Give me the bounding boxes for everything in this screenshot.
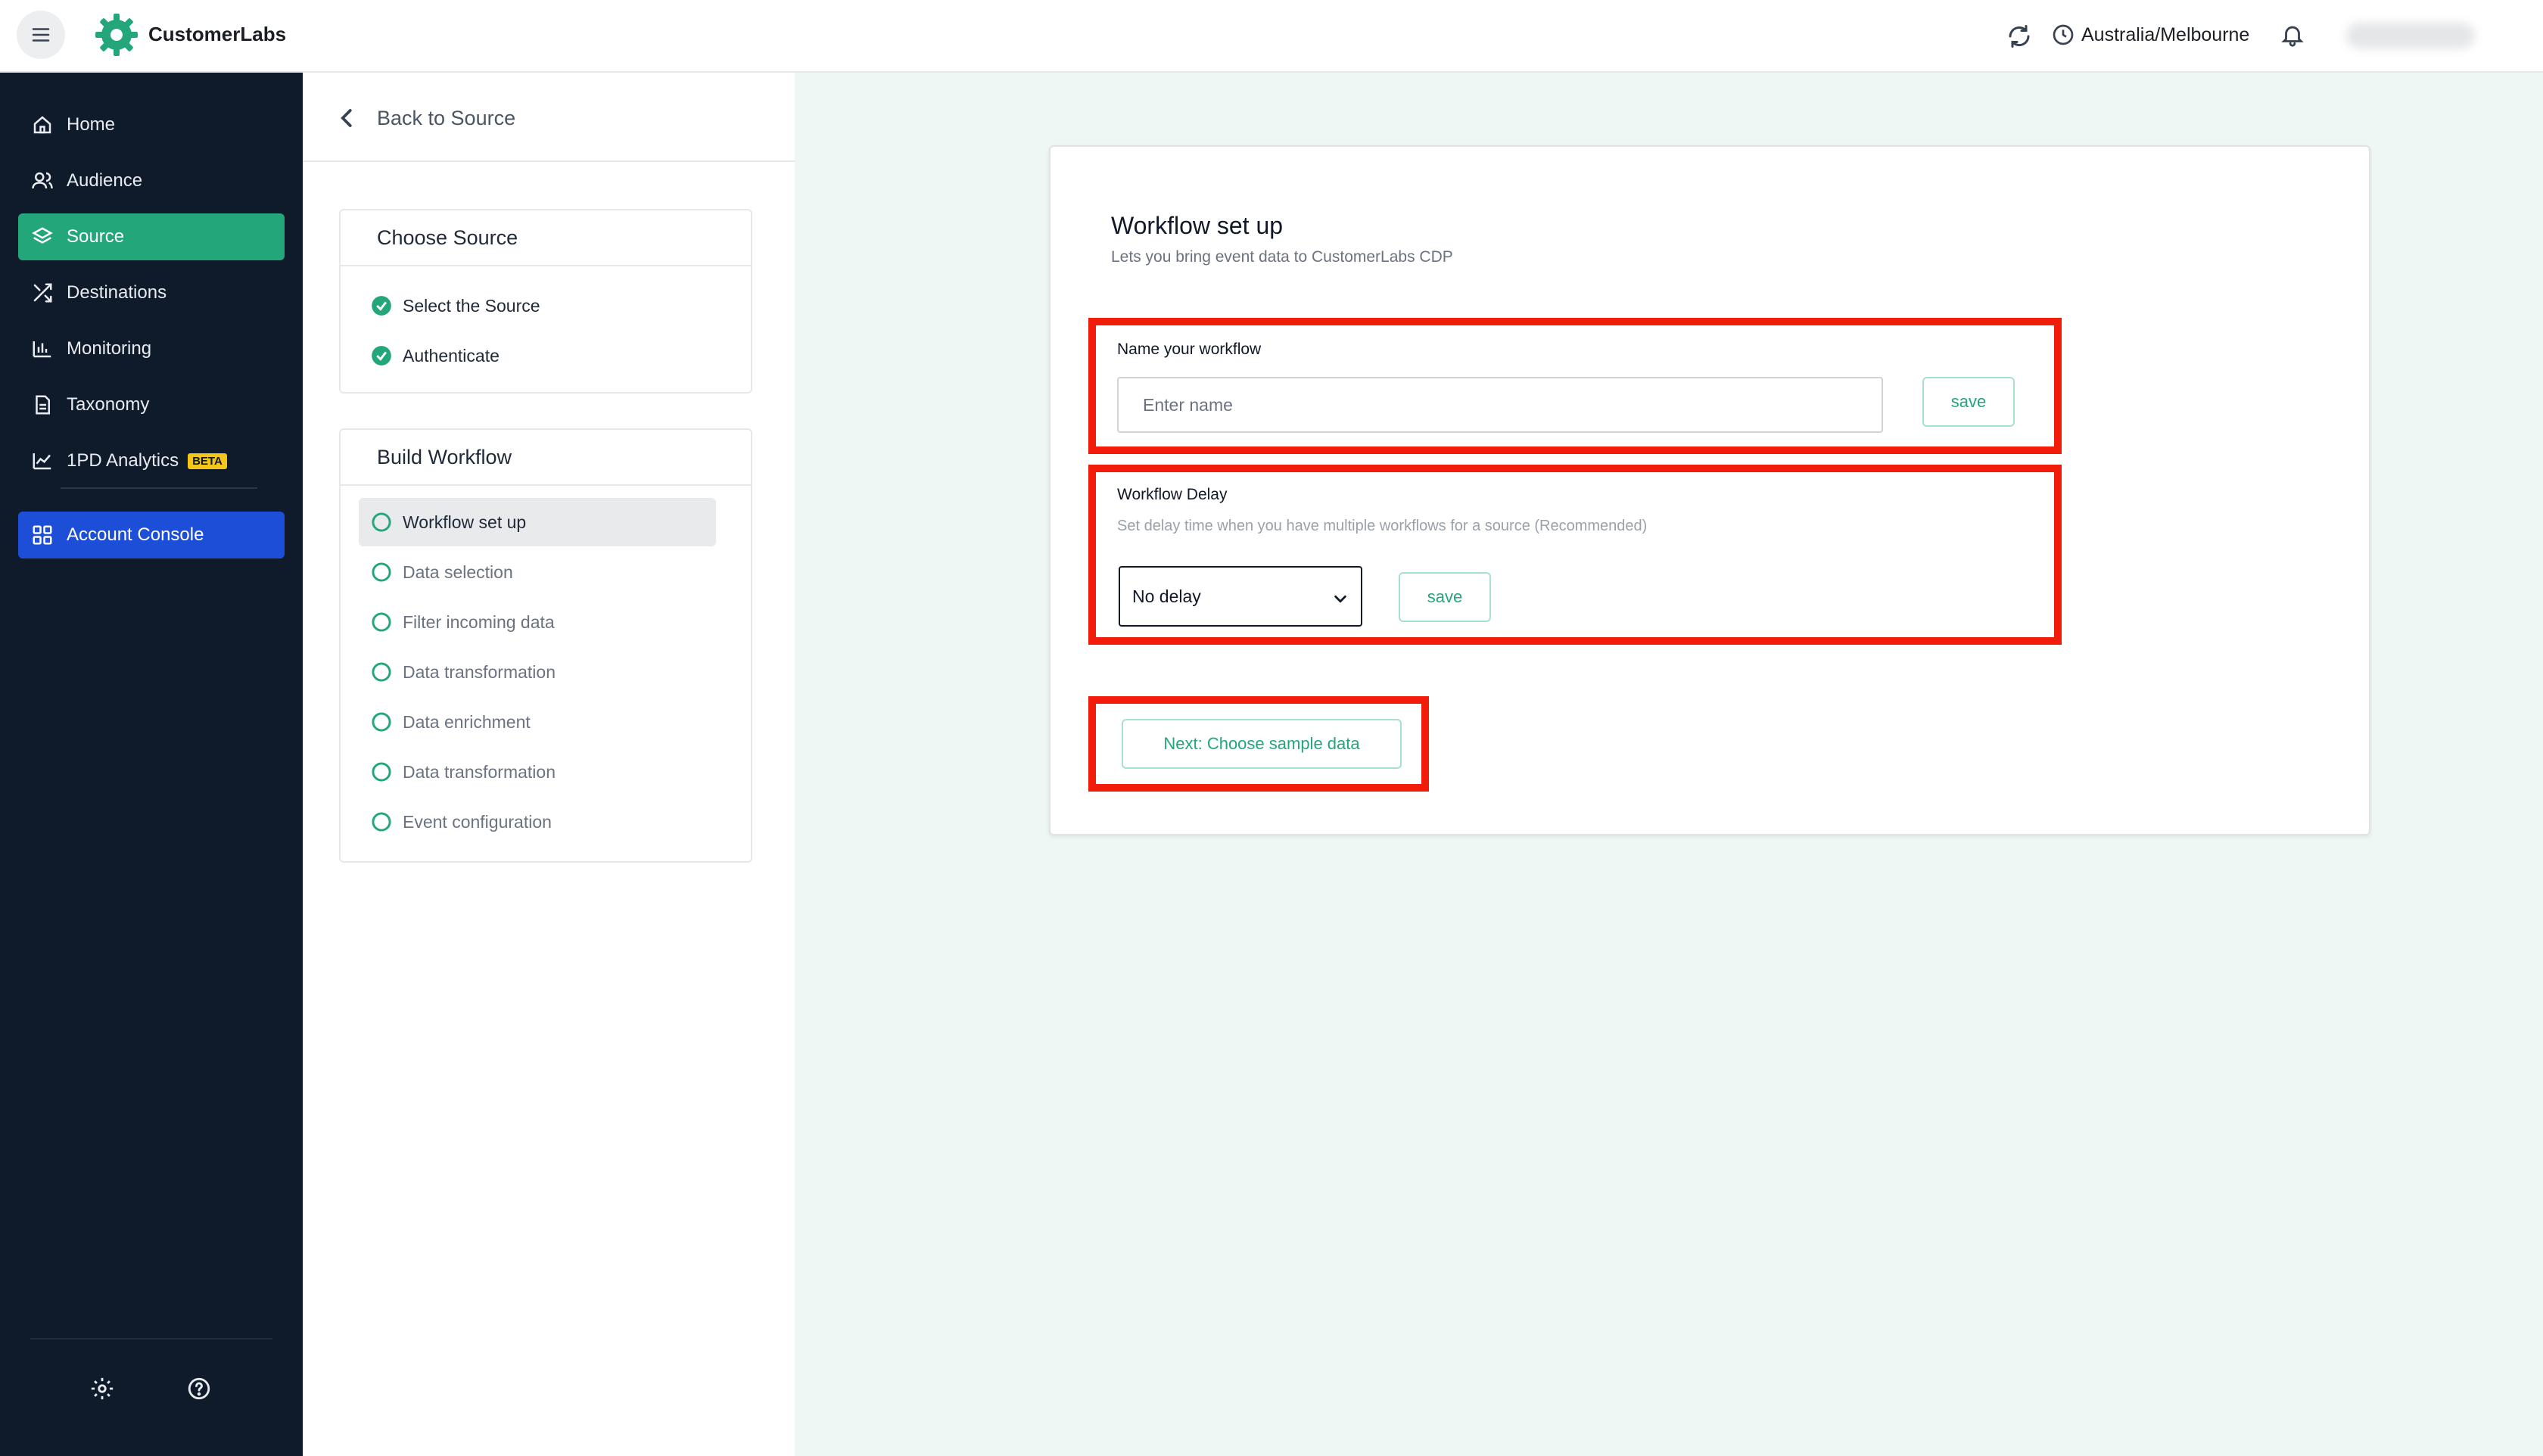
step-label: Data transformation <box>403 661 556 682</box>
save-delay-button[interactable]: save <box>1399 572 1491 622</box>
next-choose-sample-data-button[interactable]: Next: Choose sample data <box>1122 719 1402 769</box>
home-icon <box>33 116 51 134</box>
save-name-button[interactable]: save <box>1922 377 2015 427</box>
refresh-icon[interactable] <box>2006 23 2033 50</box>
step-workflow-setup[interactable]: Workflow set up <box>359 498 716 546</box>
check-circle-icon <box>372 296 391 316</box>
back-label: Back to Source <box>377 106 516 129</box>
circle-icon <box>372 662 391 682</box>
circle-icon <box>372 612 391 632</box>
delay-select-value: No delay <box>1132 586 1201 606</box>
step-data-selection[interactable]: Data selection <box>359 548 716 596</box>
sidebar-item-home[interactable]: Home <box>18 101 285 148</box>
sidebar-item-label: Taxonomy <box>67 394 150 415</box>
step-label: Data transformation <box>403 761 556 782</box>
clock-icon <box>2053 24 2074 45</box>
sidebar-item-label: Account Console <box>67 524 204 545</box>
workflow-name-input[interactable] <box>1117 377 1883 433</box>
sidebar-item-account-console[interactable]: Account Console <box>18 512 285 558</box>
panel-divider <box>303 160 795 162</box>
main-content: Workflow set up Lets you bring event dat… <box>795 73 2543 1456</box>
sidebar-item-audience[interactable]: Audience <box>18 157 285 204</box>
card-title: Build Workflow <box>341 430 751 486</box>
card-title: Choose Source <box>341 210 751 266</box>
step-event-configuration[interactable]: Event configuration <box>359 798 716 846</box>
circle-icon <box>372 512 391 532</box>
grid-icon <box>33 525 52 545</box>
workflow-delay-label: Workflow Delay <box>1117 486 1228 503</box>
circle-icon <box>372 562 391 582</box>
customerlabs-logo-icon <box>95 14 138 56</box>
step-label: Data enrichment <box>403 711 531 732</box>
bar-chart-icon <box>33 341 51 358</box>
sidebar-item-label: Source <box>67 226 125 247</box>
sidebar: Home Audience Source Destinations Monito… <box>0 73 303 1456</box>
sidebar-item-1pd-analytics[interactable]: 1PD Analytics BETA <box>18 437 285 484</box>
step-data-transformation-2[interactable]: Data transformation <box>359 748 716 796</box>
step-data-transformation[interactable]: Data transformation <box>359 648 716 696</box>
delay-select[interactable]: No delay <box>1119 566 1362 627</box>
page-title: Workflow set up <box>1111 212 1284 239</box>
timezone-label[interactable]: Australia/Melbourne <box>2081 24 2249 46</box>
build-workflow-card: Build Workflow Workflow set up Data sele… <box>339 428 752 863</box>
sidebar-item-label: Destinations <box>67 282 167 303</box>
back-to-source-link[interactable]: Back to Source <box>336 103 515 133</box>
choose-source-card: Choose Source Select the Source Authenti… <box>339 209 752 394</box>
circle-icon <box>372 712 391 732</box>
gear-icon[interactable] <box>89 1376 115 1402</box>
document-icon <box>36 395 50 415</box>
users-icon <box>32 172 53 189</box>
workflow-setup-card: Workflow set up Lets you bring event dat… <box>1049 145 2370 835</box>
chevron-down-icon <box>1334 595 1346 603</box>
circle-icon <box>372 762 391 782</box>
step-label: Filter incoming data <box>403 611 555 632</box>
step-label: Data selection <box>403 562 513 582</box>
help-icon[interactable] <box>186 1376 212 1402</box>
step-label: Select the Source <box>403 295 540 316</box>
workflow-steps-panel: Back to Source Choose Source Select the … <box>303 73 795 1456</box>
layers-icon <box>32 227 53 244</box>
page-subtitle: Lets you bring event data to CustomerLab… <box>1111 248 1453 266</box>
top-bar: CustomerLabs Australia/Melbourne <box>0 0 2543 73</box>
check-circle-icon <box>372 346 391 366</box>
user-menu[interactable] <box>2346 23 2475 48</box>
step-label: Workflow set up <box>403 512 527 532</box>
step-label: Event configuration <box>403 811 552 832</box>
name-workflow-label: Name your workflow <box>1117 341 1262 358</box>
shuffle-icon <box>33 283 52 303</box>
sidebar-item-monitoring[interactable]: Monitoring <box>18 325 285 372</box>
brand-name: CustomerLabs <box>148 23 287 45</box>
sidebar-item-label: 1PD Analytics <box>67 450 179 471</box>
circle-icon <box>372 812 391 832</box>
sidebar-item-label: Home <box>67 114 116 135</box>
sidebar-divider <box>61 487 257 489</box>
step-authenticate[interactable]: Authenticate <box>359 331 716 380</box>
step-label: Authenticate <box>403 345 500 366</box>
sidebar-item-destinations[interactable]: Destinations <box>18 269 285 316</box>
beta-badge: BETA <box>188 453 227 469</box>
line-chart-icon <box>33 453 51 470</box>
step-select-source[interactable]: Select the Source <box>359 282 716 330</box>
sidebar-item-taxonomy[interactable]: Taxonomy <box>18 381 285 428</box>
sidebar-item-label: Monitoring <box>67 338 152 359</box>
sidebar-footer-divider <box>30 1338 272 1339</box>
chevron-left-icon <box>341 109 352 127</box>
bell-icon[interactable] <box>2280 21 2305 48</box>
sidebar-item-label: Audience <box>67 170 143 191</box>
menu-icon[interactable] <box>17 11 65 59</box>
step-filter-incoming-data[interactable]: Filter incoming data <box>359 598 716 646</box>
sidebar-item-source[interactable]: Source <box>18 213 285 260</box>
step-data-enrichment[interactable]: Data enrichment <box>359 698 716 746</box>
workflow-delay-hint: Set delay time when you have multiple wo… <box>1117 518 1648 534</box>
